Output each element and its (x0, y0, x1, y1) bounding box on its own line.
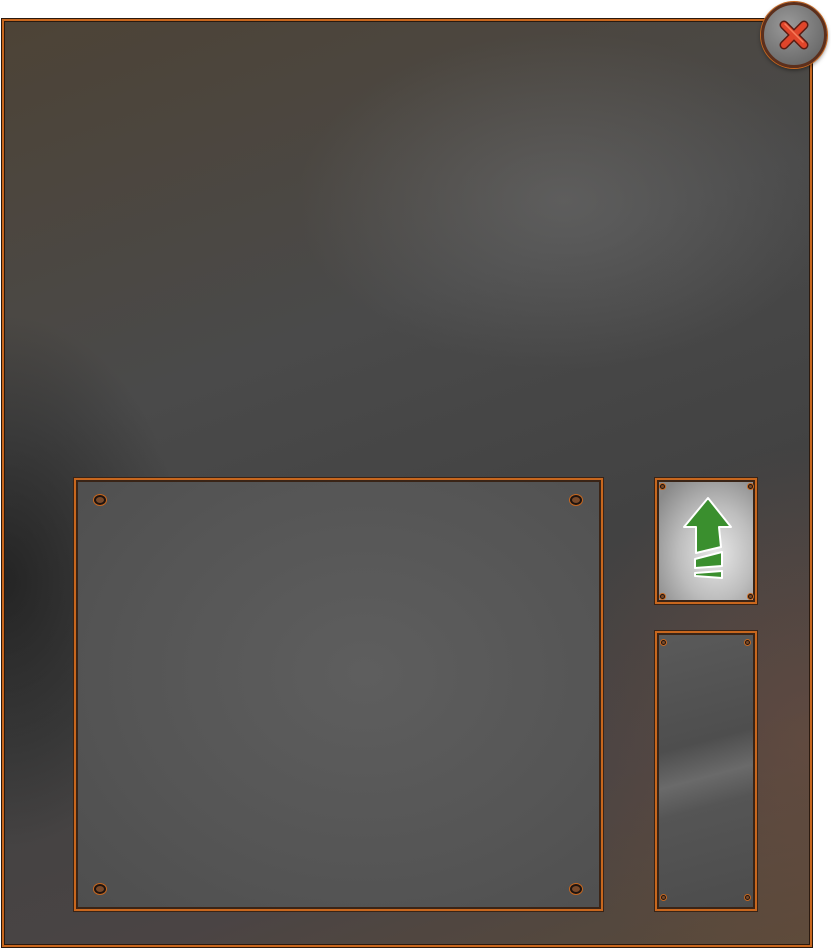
bolt (745, 640, 750, 645)
bolt (661, 640, 666, 645)
bolt (661, 895, 666, 900)
close-button[interactable] (761, 2, 827, 68)
side-panel (655, 631, 757, 911)
bolt (745, 895, 750, 900)
bolt (570, 884, 582, 894)
close-x-icon (779, 20, 809, 50)
bolt (94, 495, 106, 505)
bolt (94, 884, 106, 894)
bolt (748, 484, 753, 489)
main-panel (74, 478, 603, 911)
bolt (570, 495, 582, 505)
upgrade-arrow-icon (683, 497, 732, 579)
bolt (660, 484, 665, 489)
bolt (748, 594, 753, 599)
bolt (660, 594, 665, 599)
upgrade-button[interactable] (655, 478, 757, 604)
